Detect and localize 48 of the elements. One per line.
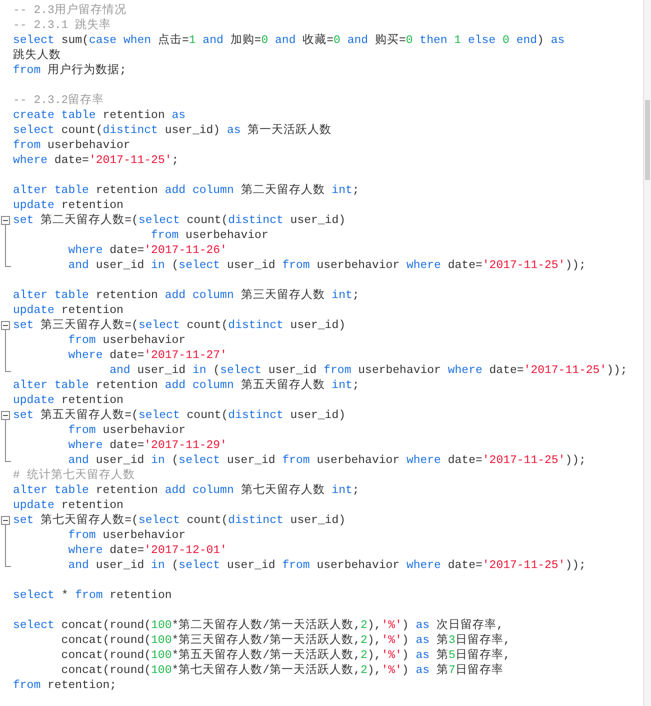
code-line: from retention;	[13, 678, 117, 693]
scrollbar[interactable]	[643, 0, 651, 706]
code-line: create table retention as	[13, 108, 186, 123]
code-line: from userbehavior	[67, 528, 186, 543]
code-line: from userbehavior	[13, 138, 130, 153]
collapse-icon[interactable]	[1, 216, 10, 225]
code-line: from 用户行为数据;	[13, 63, 126, 78]
code-line: set 第七天留存人数=(select count(distinct user_id)	[13, 513, 346, 528]
code-line: and user_id in (select user_id from userbehavior where date='2017-11-25'));	[108, 363, 628, 378]
code-line: where date='2017-11-25';	[13, 153, 179, 168]
code-line: and user_id in (select user_id from userbehavior where date='2017-11-25'));	[67, 258, 586, 273]
code-line: from userbehavior	[150, 228, 268, 243]
code-line: select count(distinct user_id) as 第一天活跃人数	[13, 123, 332, 138]
code-line: update retention	[13, 303, 124, 318]
code-line: -- 2.3.2留存率	[13, 93, 104, 108]
code-line: and user_id in (select user_id from userbehavior where date='2017-11-25'));	[67, 558, 586, 573]
code-line: 跳失人数	[13, 48, 61, 63]
code-editor[interactable]	[0, 0, 651, 706]
code-line: where date='2017-11-27'	[67, 348, 227, 363]
code-line: select concat(round(100*第二天留存人数/第一天活跃人数,2),'%') as 次日留存率,	[13, 618, 504, 633]
code-line: concat(round(100*第三天留存人数/第一天活跃人数,2),'%') as 第3日留存率,	[60, 633, 510, 648]
code-line: and user_id in (select user_id from userbehavior where date='2017-11-25'));	[67, 453, 586, 468]
code-line: where date='2017-12-01'	[67, 543, 227, 558]
code-line: set 第二天留存人数=(select count(distinct user_id)	[13, 213, 346, 228]
code-line: where date='2017-11-26'	[67, 243, 227, 258]
scrollbar-thumb[interactable]	[645, 100, 650, 180]
code-line: select * from retention	[13, 588, 172, 603]
code-line: # 统计第七天留存人数	[13, 468, 135, 483]
code-line: select sum(case when 点击=1 and 加购=0 and 收藏=0 and 购买=0 then 1 else 0 end) as	[13, 33, 565, 48]
code-line: alter table retention add column 第二天留存人数 int;	[13, 183, 360, 198]
code-line: alter table retention add column 第五天留存人数 int;	[13, 378, 360, 393]
code-line: concat(round(100*第七天留存人数/第一天活跃人数,2),'%') as 第7 日留存率	[60, 663, 504, 678]
code-line: from userbehavior	[67, 333, 186, 348]
code-line: update retention	[13, 198, 124, 213]
code-line: set 第三天留存人数=(select count(distinct user_id)	[13, 318, 346, 333]
collapse-icon[interactable]	[1, 411, 10, 420]
collapse-icon[interactable]	[1, 321, 10, 330]
collapse-icon[interactable]	[1, 516, 10, 525]
code-line: from userbehavior	[67, 423, 186, 438]
code-line: concat(round(100*第五天留存人数/第一天活跃人数,2),'%') as 第5日留存率,	[60, 648, 510, 663]
code-line: where date='2017-11-29'	[67, 438, 227, 453]
code-line: -- 2.3.1 跳失率	[13, 18, 112, 33]
code-line: -- 2.3用户留存情况	[13, 3, 126, 18]
code-line: set 第五天留存人数=(select count(distinct user_id)	[13, 408, 346, 423]
code-line: update retention	[13, 393, 124, 408]
code-line: alter table retention add column 第七天留存人数 int;	[13, 483, 360, 498]
code-line: alter table retention add column 第三天留存人数 int;	[13, 288, 360, 303]
code-line: update retention	[13, 498, 124, 513]
